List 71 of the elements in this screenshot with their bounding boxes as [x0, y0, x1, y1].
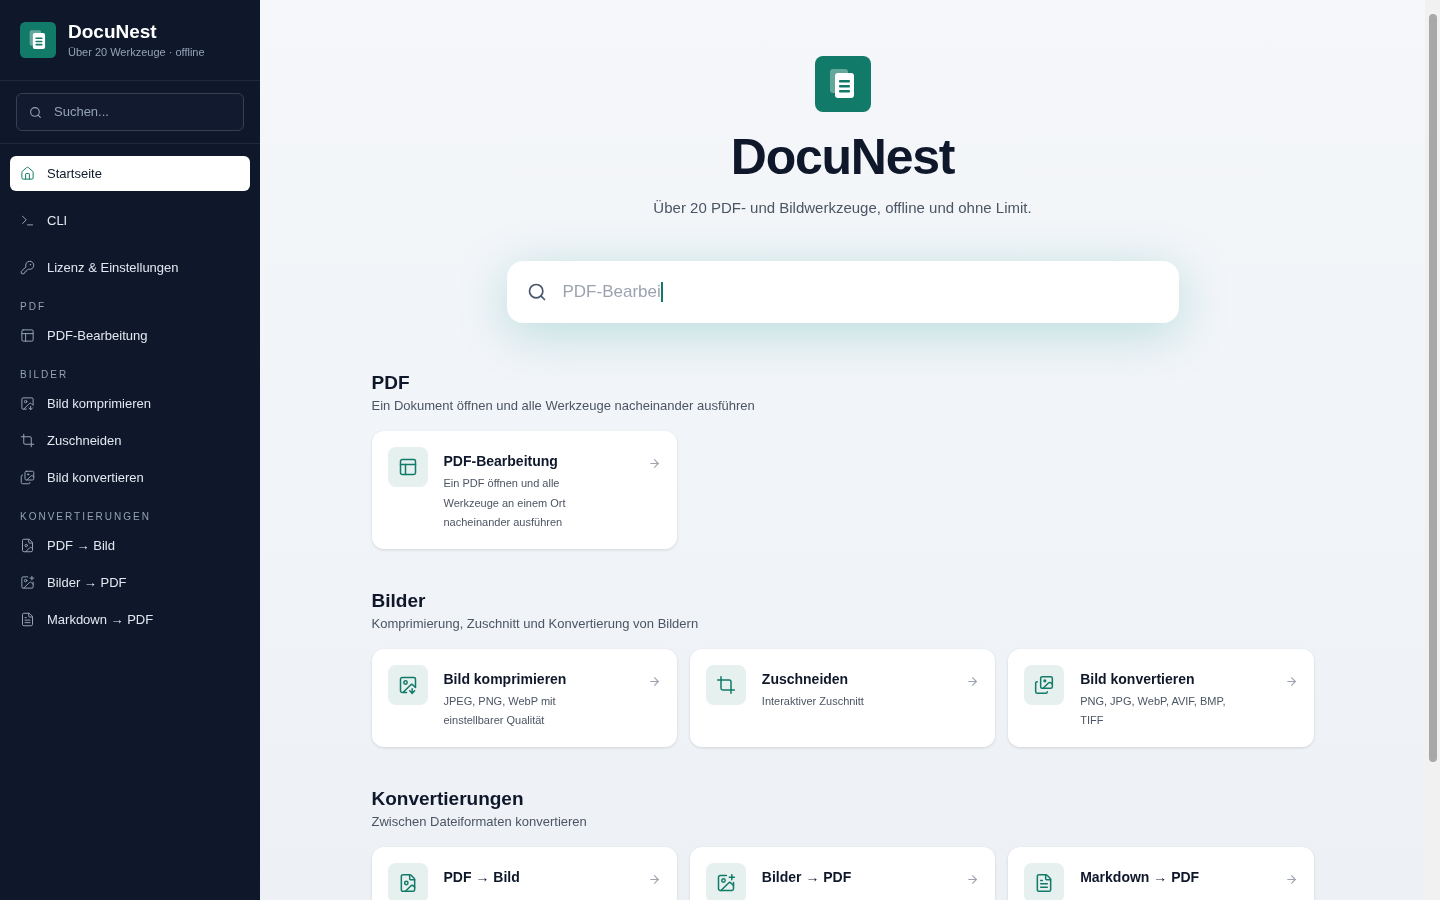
images-icon — [1034, 674, 1055, 695]
group-title: Konvertierungen — [371, 786, 525, 811]
home-icon — [20, 166, 35, 181]
tool-name: Bild konvertieren — [1080, 669, 1196, 689]
image-icon — [397, 674, 418, 695]
brand-name: DocuNest — [68, 19, 158, 44]
sidebar-item[interactable]: Bild komprimieren — [10, 386, 250, 421]
image-icon — [20, 396, 35, 411]
tool-name: Zuschneiden — [761, 669, 850, 689]
section-heading: PDF — [19, 300, 47, 314]
tool-card[interactable]: Markdown → PDF — [1008, 846, 1314, 900]
tool-description: Ein PDF öffnen und alle Werkzeuge an einem Ort nacheinander ausführen — [443, 476, 567, 530]
arrow-icon — [647, 457, 661, 470]
sidebar-item[interactable]: PDF-Bearbeitung — [10, 318, 250, 353]
search-field[interactable]: Suchen... — [16, 93, 244, 131]
text-cursor — [660, 282, 663, 302]
arrow-icon — [1284, 872, 1298, 886]
layout-icon — [397, 457, 418, 477]
crop-icon — [715, 674, 736, 695]
sidebar-item[interactable]: Startseite — [10, 156, 250, 191]
sidebar-item[interactable]: Markdown → PDF — [10, 602, 250, 637]
arrow-icon — [966, 872, 980, 886]
tool-card[interactable]: PDF-Bearbeitung Ein PDF öffnen und alle Werkzeuge an einem Ort nacheinander ausführen — [371, 431, 677, 549]
key-icon — [20, 260, 35, 275]
arrow-icon — [647, 872, 661, 886]
group-title: Bilder — [371, 588, 427, 613]
section-heading: BILDER — [19, 368, 70, 382]
file-image-icon — [20, 538, 35, 553]
tool-name: PDF-Bearbeitung — [443, 452, 559, 471]
tool-name: Bilder → PDF — [761, 867, 853, 887]
tool-card[interactable]: Zuschneiden Interaktiver Zuschnitt — [689, 648, 996, 747]
tool-card[interactable]: Bild komprimieren JPEG, PNG, WebP mit einstellbarer Qualität — [371, 648, 677, 747]
arrow-icon — [647, 674, 661, 688]
sidebar-item[interactable]: Bild konvertieren — [10, 460, 250, 495]
search-placeholder: PDF-Bearbei — [562, 281, 661, 304]
crop-icon — [20, 433, 35, 448]
search-icon — [29, 105, 42, 119]
tool-card[interactable]: Bilder → PDF — [689, 846, 996, 900]
tool-name: Markdown → PDF — [1080, 867, 1201, 887]
arrow-icon — [966, 674, 980, 688]
terminal-icon — [20, 213, 35, 228]
tool-card[interactable]: PDF → Bild — [371, 846, 677, 900]
layout-icon — [20, 328, 35, 343]
group-subtitle: Zwischen Dateiformaten konvertieren — [371, 812, 588, 831]
document-icon — [20, 612, 35, 627]
sidebar-item[interactable]: Bilder → PDF — [10, 565, 250, 600]
tool-card[interactable]: Bild konvertieren PNG, JPG, WebP, AVIF, BMP, TIFF — [1008, 648, 1314, 747]
group-subtitle: Ein Dokument öffnen und alle Werkzeuge nacheinander ausführen — [371, 397, 756, 415]
tool-description: Interaktiver Zuschnitt — [761, 693, 865, 709]
sidebar-item[interactable]: CLI — [10, 203, 250, 238]
sidebar-item[interactable]: PDF → Bild — [10, 528, 250, 563]
image-plus-icon — [20, 575, 35, 590]
group-title: PDF — [371, 371, 411, 395]
section-heading: KONVERTIERUNGEN — [19, 510, 152, 524]
search-icon — [526, 282, 547, 302]
logo-icon — [20, 22, 56, 58]
search-placeholder: Suchen... — [54, 103, 109, 122]
sidebar-item[interactable]: Zuschneiden — [10, 423, 250, 458]
logo-icon — [814, 56, 871, 112]
sidebar-item[interactable]: Lizenz & Einstellungen — [10, 250, 250, 285]
hero-subtitle: Über 20 PDF- und Bildwerkzeuge, offline und ohne Limit. — [653, 197, 1032, 218]
hero-title: DocuNest — [730, 128, 955, 187]
brand-tagline: Über 20 Werkzeuge · offline — [68, 44, 205, 60]
arrow-icon — [1284, 674, 1298, 688]
tool-name: PDF → Bild — [443, 867, 521, 887]
group-subtitle: Komprimierung, Zuschnitt und Konvertierung von Bildern — [371, 614, 700, 633]
images-icon — [20, 470, 35, 485]
tool-name: Bild komprimieren — [443, 669, 568, 689]
image-plus-icon — [715, 872, 736, 893]
tool-description: PNG, JPG, WebP, AVIF, BMP, TIFF — [1080, 693, 1227, 728]
tool-description: JPEG, PNG, WebP mit einstellbarer Qualität — [443, 693, 557, 728]
